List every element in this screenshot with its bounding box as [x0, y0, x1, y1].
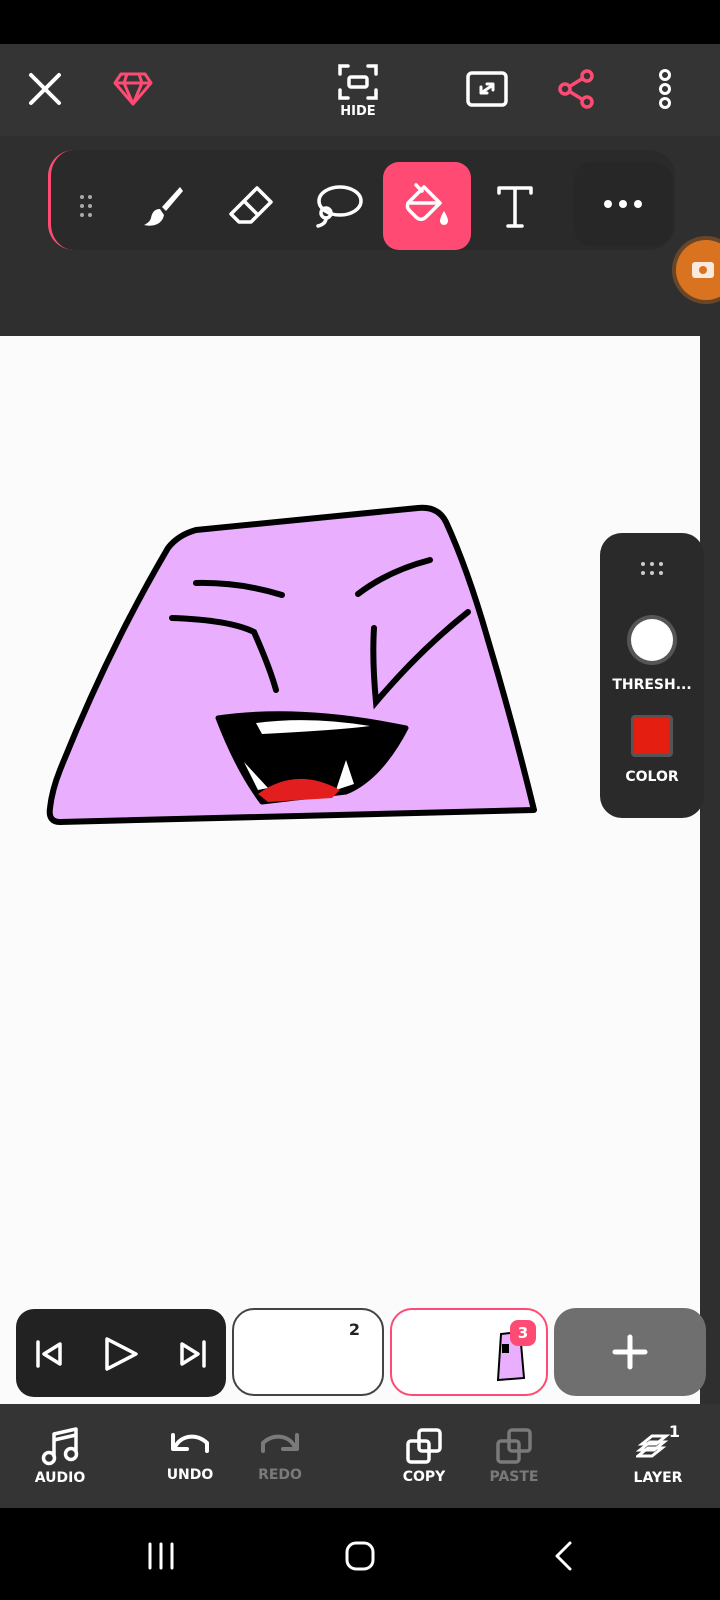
add-frame-button[interactable]: [554, 1308, 706, 1396]
close-button[interactable]: [22, 66, 68, 112]
brush-icon: [144, 187, 183, 226]
paste-button[interactable]: PASTE: [464, 1404, 564, 1508]
music-note-icon: [41, 1427, 79, 1466]
brush-tool[interactable]: [119, 162, 207, 250]
bottom-bar: AUDIO UNDO REDO COPY PASTE 1 LAYER: [0, 1404, 720, 1508]
threshold-label: THRESH...: [612, 677, 692, 693]
color-swatch[interactable]: [631, 715, 673, 757]
drawing-canvas[interactable]: [0, 336, 700, 1404]
fill-options-panel: THRESH... COLOR: [600, 533, 704, 818]
kebab-icon: [659, 69, 671, 109]
recent-apps-icon[interactable]: [146, 1542, 176, 1570]
skip-to-end-icon[interactable]: [178, 1339, 208, 1369]
top-bar: HIDE: [0, 44, 720, 136]
paste-label: PASTE: [489, 1469, 539, 1485]
eraser-icon: [229, 186, 273, 224]
home-icon[interactable]: [344, 1540, 376, 1572]
play-icon[interactable]: [102, 1335, 140, 1373]
close-icon: [29, 73, 61, 105]
hide-ui-button[interactable]: HIDE: [318, 54, 398, 126]
paste-icon: [496, 1428, 532, 1464]
undo-button[interactable]: UNDO: [140, 1404, 240, 1508]
more-horizontal-icon: [604, 200, 642, 208]
layer-button[interactable]: 1 LAYER: [608, 1404, 708, 1508]
copy-icon: [406, 1428, 442, 1464]
share-icon: [558, 69, 594, 109]
hide-label: HIDE: [340, 103, 376, 119]
panel-drag-handle-icon[interactable]: [640, 561, 664, 577]
share-button[interactable]: [553, 66, 599, 112]
frame-number-badge: 3: [510, 1320, 536, 1346]
redo-icon: [261, 1433, 299, 1453]
layer-label: LAYER: [633, 1470, 683, 1486]
tool-bar: [48, 150, 675, 250]
audio-label: AUDIO: [34, 1470, 86, 1486]
threshold-control[interactable]: [631, 619, 673, 661]
layer-count: 1: [668, 1422, 680, 1441]
lasso-icon: [316, 185, 363, 228]
more-tools-button[interactable]: [573, 162, 673, 246]
more-menu-button[interactable]: [650, 66, 680, 112]
playback-controls: [16, 1309, 226, 1397]
audio-button[interactable]: AUDIO: [10, 1404, 110, 1508]
copy-button[interactable]: COPY: [374, 1404, 474, 1508]
eraser-tool[interactable]: [207, 162, 295, 250]
toolbar-drag-handle[interactable]: [51, 162, 121, 250]
fill-bucket-tool[interactable]: [383, 162, 471, 250]
text-icon: [497, 186, 533, 228]
lasso-tool[interactable]: [295, 162, 383, 250]
undo-label: UNDO: [166, 1467, 214, 1483]
color-label: COLOR: [625, 769, 679, 785]
back-icon[interactable]: [552, 1540, 574, 1572]
frame-thumbnail-selected[interactable]: 3: [390, 1308, 548, 1396]
skip-to-start-icon[interactable]: [34, 1339, 64, 1369]
fullscreen-button[interactable]: [464, 66, 510, 112]
expand-icon: [466, 71, 508, 107]
layer-icon-wrap: 1: [636, 1422, 680, 1466]
frame-thumbnail[interactable]: 2: [232, 1308, 384, 1396]
paint-bucket-icon: [405, 183, 448, 225]
text-tool[interactable]: [471, 162, 559, 250]
drag-handle-icon: [80, 195, 92, 217]
system-nav-bar: [0, 1508, 720, 1600]
premium-button[interactable]: [110, 66, 156, 112]
copy-label: COPY: [402, 1469, 446, 1485]
drawn-character: [46, 504, 537, 825]
hide-frame-icon: [338, 63, 378, 100]
redo-button[interactable]: REDO: [230, 1404, 330, 1508]
toolbar-area: [0, 136, 720, 336]
camera-icon: [692, 262, 714, 278]
plus-icon: [612, 1334, 648, 1370]
diamond-icon: [113, 72, 153, 106]
canvas-edge: [700, 336, 720, 1404]
frame-number: 2: [348, 1320, 360, 1339]
undo-icon: [171, 1433, 209, 1453]
redo-label: REDO: [258, 1467, 302, 1483]
status-bar: [0, 0, 720, 44]
